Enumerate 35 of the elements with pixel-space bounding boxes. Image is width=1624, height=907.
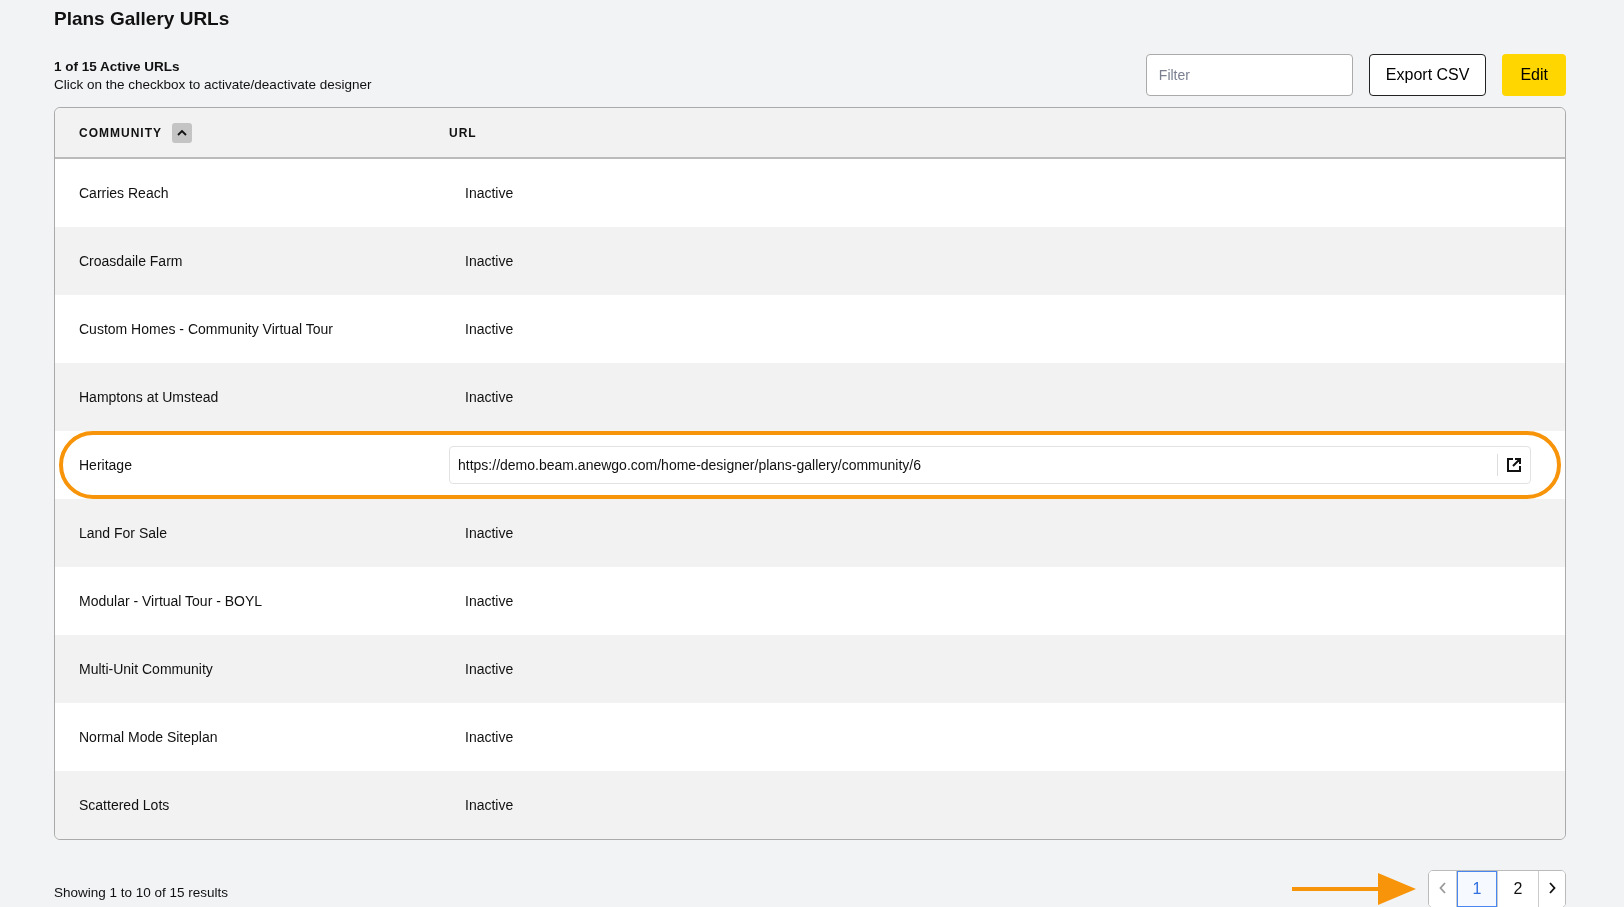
sort-icon[interactable] — [172, 122, 192, 143]
table-cell: Multi-Unit Community — [79, 661, 213, 677]
status-text: Inactive — [464, 321, 514, 337]
page-title: Plans Gallery URLs — [54, 7, 231, 31]
status-text: Inactive — [464, 661, 514, 677]
active-count: 1 of 15 Active URLs — [54, 58, 181, 74]
table-cell: Croasdaile Farm — [79, 253, 183, 269]
table-cell: Hamptons at Umstead — [79, 389, 219, 405]
table-cell: Heritage — [79, 457, 132, 473]
filter-field[interactable]: Filter — [1145, 54, 1353, 96]
status-text: Inactive — [464, 525, 514, 541]
edit-button[interactable]: Edit — [1502, 54, 1566, 96]
table-cell: Modular - Virtual Tour - BOYL — [79, 593, 263, 609]
results-text: Showing 1 to 10 of 15 results — [54, 885, 229, 902]
url-field[interactable]: https://demo.beam.anewgo.com/home-designer/plans-gallery/community/6 — [449, 446, 1531, 484]
column-header[interactable]: URL — [449, 125, 477, 140]
instruction-text: Click on the checkbox to activate/deactivate designer — [54, 76, 372, 92]
table-cell: Land For Sale — [79, 525, 167, 541]
status-text: Inactive — [464, 593, 514, 609]
table-cell: Normal Mode Siteplan — [79, 729, 218, 745]
page-button[interactable]: 1 — [1456, 871, 1497, 907]
status-text: Inactive — [464, 797, 514, 813]
status-text: Inactive — [464, 389, 514, 405]
external-link-icon[interactable] — [1506, 457, 1522, 473]
export-button[interactable]: Export CSV — [1368, 54, 1487, 96]
table-cell: Scattered Lots — [79, 797, 170, 813]
chevron-right-icon — [1548, 882, 1556, 894]
status-text: Inactive — [464, 729, 514, 745]
table-cell: Carries Reach — [79, 185, 169, 201]
next-page-button[interactable] — [1538, 871, 1565, 907]
status-text: Inactive — [464, 185, 514, 201]
status-text: Inactive — [464, 253, 514, 269]
column-header[interactable]: COMMUNITY — [79, 125, 162, 140]
chevron-left-icon — [1438, 882, 1447, 894]
table-cell: Custom Homes - Community Virtual Tour — [79, 321, 333, 337]
